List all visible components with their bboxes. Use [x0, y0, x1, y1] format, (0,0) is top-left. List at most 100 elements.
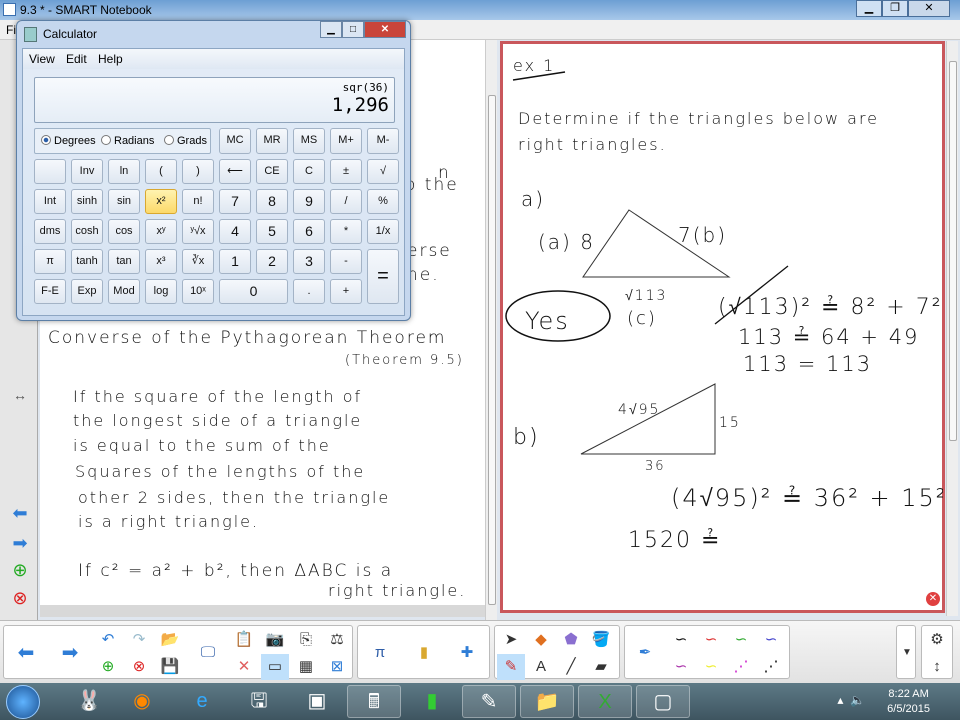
calc-key[interactable]: Int	[34, 189, 66, 214]
full-screen-icon[interactable]: ⊠	[323, 654, 351, 680]
highlighter-yellow-icon[interactable]: ∽	[697, 654, 725, 680]
pen-dashed-magenta-icon[interactable]: ⋰	[727, 654, 755, 680]
select-arrow-icon[interactable]: ➤	[497, 627, 525, 653]
measurement-tools-icon[interactable]: ⚖	[323, 627, 351, 653]
clock[interactable]: 8:22 AM 6/5/2015	[887, 687, 930, 717]
delete-icon[interactable]: ✕	[926, 592, 940, 606]
radio-grads[interactable]: Grads	[164, 135, 207, 147]
memory-key[interactable]: MC	[219, 128, 251, 154]
calc-key[interactable]: x³	[145, 249, 177, 274]
pens-icon[interactable]: ✎	[497, 654, 525, 680]
line-icon[interactable]: ╱	[557, 654, 585, 680]
calc-key[interactable]: log	[145, 279, 177, 304]
calc-key[interactable]: CE	[256, 159, 288, 184]
calc-key[interactable]: 4	[219, 219, 251, 244]
calc-key[interactable]: tanh	[71, 249, 103, 274]
calc-key[interactable]: %	[367, 189, 399, 214]
pen-icon[interactable]: ✒	[631, 640, 659, 666]
calc-key[interactable]: n!	[182, 189, 214, 214]
taskbar-app-icon[interactable]: ▢	[636, 685, 690, 718]
next-page-icon[interactable]: ➡	[9, 533, 31, 553]
back-arrow-icon[interactable]: ⬅	[12, 640, 40, 666]
pen-red-icon[interactable]: ∽	[697, 627, 725, 653]
calc-key[interactable]: 3	[293, 249, 325, 274]
taskbar-firefox-icon[interactable]: ◉	[115, 685, 169, 718]
calc-key[interactable]: 5	[256, 219, 288, 244]
undo-icon[interactable]: ↶	[94, 627, 122, 653]
calc-key[interactable]: ʸ√x	[182, 219, 214, 244]
minimize-button[interactable]: ▁	[856, 0, 882, 17]
calc-maximize-button[interactable]: □	[342, 21, 364, 38]
calc-key[interactable]	[34, 159, 66, 184]
pen-green-icon[interactable]: ∽	[727, 627, 755, 653]
toolbar-dropdown-icon[interactable]: ▼	[893, 640, 921, 666]
calc-menu-help[interactable]: Help	[98, 52, 123, 66]
pen-purple-icon[interactable]: ∽	[667, 654, 695, 680]
settings-gear-icon[interactable]: ⚙	[923, 627, 951, 653]
calc-key[interactable]: dms	[34, 219, 66, 244]
taskbar-excel-icon[interactable]: X	[578, 685, 632, 718]
calc-key[interactable]: -	[330, 249, 362, 274]
add-page-icon[interactable]: ⊕	[9, 560, 31, 580]
shape-pen-icon[interactable]: ⬟	[557, 627, 585, 653]
taskbar-app-icon[interactable]: 🖫	[232, 685, 286, 718]
move-toolbar-icon[interactable]: ↕	[923, 654, 951, 680]
delete-page-icon[interactable]: ⊗	[125, 654, 153, 680]
calc-key[interactable]: *	[330, 219, 362, 244]
calc-menu-view[interactable]: View	[29, 52, 55, 66]
radio-radians[interactable]: Radians	[101, 135, 154, 147]
resize-handle-icon[interactable]: ↔	[9, 385, 31, 405]
fill-icon[interactable]: 🪣	[587, 627, 615, 653]
pen-blue-icon[interactable]: ∽	[757, 627, 785, 653]
forward-arrow-icon[interactable]: ➡	[56, 640, 84, 666]
save-icon[interactable]: 💾	[156, 654, 184, 680]
redo-icon[interactable]: ↷	[125, 627, 153, 653]
calc-key[interactable]: 9	[293, 189, 325, 214]
equals-key[interactable]: =	[367, 249, 399, 304]
previous-page-icon[interactable]: ⬅	[9, 503, 31, 523]
camera-icon[interactable]: 📷	[261, 627, 289, 653]
taskbar-smart-notebook-icon[interactable]: ✎	[462, 685, 516, 718]
calc-key[interactable]: 8	[256, 189, 288, 214]
display-screen-icon[interactable]: 🖵	[194, 640, 222, 666]
calc-key[interactable]: π	[34, 249, 66, 274]
shapes-icon[interactable]: ◆	[527, 627, 555, 653]
addons-puzzle-icon[interactable]: ✚	[453, 640, 481, 666]
pen-dashed-black-icon[interactable]: ⋰	[757, 654, 785, 680]
calc-key[interactable]: xʸ	[145, 219, 177, 244]
eraser-icon[interactable]: ▰	[587, 654, 615, 680]
calc-key[interactable]: (	[145, 159, 177, 184]
calc-key[interactable]: tan	[108, 249, 140, 274]
memory-key[interactable]: MS	[293, 128, 325, 154]
calc-key[interactable]: sinh	[71, 189, 103, 214]
pen-black-icon[interactable]: ∽	[667, 627, 695, 653]
calc-key[interactable]: ∛x	[182, 249, 214, 274]
calc-key[interactable]: C	[293, 159, 325, 184]
calc-key[interactable]: F-E	[34, 279, 66, 304]
menu-file[interactable]: Fi	[6, 23, 16, 37]
calc-key[interactable]: 0	[219, 279, 288, 304]
close-button[interactable]: ✕	[908, 0, 950, 17]
table-icon[interactable]: ▦	[292, 654, 320, 680]
screen-shade-icon[interactable]: ▭	[261, 654, 289, 680]
document-camera-icon[interactable]: ⎘	[292, 627, 320, 653]
calc-key[interactable]: +	[330, 279, 362, 304]
calc-key[interactable]: x²	[145, 189, 177, 214]
start-button[interactable]	[6, 685, 40, 719]
calc-key[interactable]: 1	[219, 249, 251, 274]
calc-close-button[interactable]: ✕	[364, 21, 406, 38]
radio-degrees[interactable]: Degrees	[41, 135, 96, 147]
calc-menu-edit[interactable]: Edit	[66, 52, 87, 66]
taskbar-audio-meter-icon[interactable]: ▮	[405, 685, 459, 718]
calc-key[interactable]: Mod	[108, 279, 140, 304]
memory-key[interactable]: MR	[256, 128, 288, 154]
calc-key[interactable]: 10ˣ	[182, 279, 214, 304]
math-tools-icon[interactable]: π	[366, 640, 394, 666]
text-icon[interactable]: A	[527, 654, 555, 680]
calc-key[interactable]: .	[293, 279, 325, 304]
taskbar-explorer-icon[interactable]: 📁	[520, 685, 574, 718]
calc-key[interactable]: sin	[108, 189, 140, 214]
calc-key[interactable]: 7	[219, 189, 251, 214]
taskbar-ie-icon[interactable]: e	[175, 685, 229, 718]
memory-key[interactable]: M-	[367, 128, 399, 154]
